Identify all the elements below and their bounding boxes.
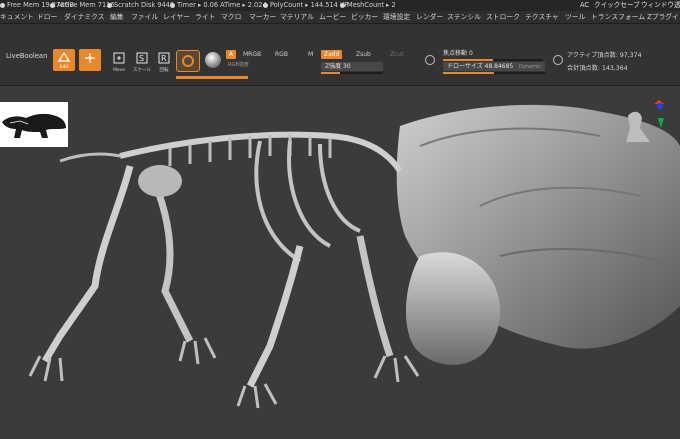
scale-button[interactable]: S スケール: [133, 52, 151, 73]
svg-text:S: S: [139, 54, 144, 63]
status-timer: Timer ▸ 0.06 ATime ▸ 2.024: [170, 0, 267, 11]
active-points-label: アクティブ頂点数:: [567, 52, 618, 59]
mrgb-toggle[interactable]: MRGB: [240, 50, 264, 59]
menu-movie[interactable]: ムービー: [319, 11, 346, 23]
menu-tool[interactable]: ツール: [565, 11, 585, 23]
focal-shift-fill: [443, 59, 493, 61]
material-sphere-icon[interactable]: [205, 52, 221, 68]
draw-button[interactable]: [79, 49, 101, 71]
menu-draw[interactable]: ドロー: [37, 11, 57, 23]
focal-shift-icon[interactable]: [425, 55, 435, 65]
menu-dynamics[interactable]: ダイナミクス: [64, 11, 104, 23]
quicksave-button[interactable]: クイックセーブ: [594, 0, 640, 11]
menu-layer[interactable]: レイヤー: [163, 11, 190, 23]
menu-macro[interactable]: マクロ: [221, 11, 241, 23]
liveboolean-button[interactable]: LiveBoolean: [6, 52, 47, 60]
zadd-toggle[interactable]: Zadd: [321, 50, 343, 59]
z-intensity-slider[interactable]: Z強度 30: [321, 62, 383, 74]
menu-file[interactable]: ファイル: [131, 11, 158, 23]
status-dot-icon: [50, 2, 55, 8]
menu-transform[interactable]: トランスフォーム: [591, 11, 645, 23]
move-button[interactable]: Move: [110, 52, 128, 73]
edit-icon: [57, 51, 71, 62]
mode-a-toggle[interactable]: A: [226, 50, 237, 59]
viewport-canvas[interactable]: [0, 86, 680, 439]
window-transparency-button[interactable]: ウィンドウ透明: [641, 0, 680, 11]
draw-size-label: ドローサイズ: [447, 63, 483, 70]
draw-size-fill: [443, 72, 494, 74]
menu-edit[interactable]: 編集: [110, 11, 124, 23]
zcut-toggle[interactable]: Zcut: [387, 50, 407, 59]
zsub-toggle[interactable]: Zsub: [353, 50, 374, 59]
status-dot-icon: [107, 2, 112, 8]
status-dot-icon: [340, 2, 345, 8]
z-intensity-fill: [321, 72, 340, 74]
status-meshcount: MeshCount ▸ 2: [340, 0, 396, 11]
menu-zplugin[interactable]: Zプラグイン: [647, 11, 680, 23]
menu-texture[interactable]: テクスチャ: [525, 11, 559, 23]
draw-size-value: 48.84685: [484, 63, 514, 70]
scale-icon: S: [136, 52, 148, 64]
total-points-label: 合計頂点数:: [567, 65, 601, 72]
draw-icon: [85, 53, 95, 63]
z-intensity-label: Z強度: [325, 63, 342, 70]
focal-shift-slider[interactable]: 焦点移動 0: [443, 49, 543, 61]
z-intensity-value: 30: [343, 63, 351, 70]
axis-gizmo-icon[interactable]: [652, 100, 670, 130]
rotate-icon: R: [158, 52, 170, 64]
total-points-stat: 合計頂点数: 143,364: [567, 63, 628, 72]
active-points-stat: アクティブ頂点数: 97,374: [567, 50, 642, 59]
menu-preferences[interactable]: 環境設定: [383, 11, 410, 23]
rgb-intensity-label: RGB強度: [228, 62, 249, 68]
sculpt-model-view: [28, 104, 680, 409]
dynamic-toggle[interactable]: Dynamic: [519, 64, 541, 70]
rotate-label: 回転: [159, 68, 169, 73]
menu-stencil[interactable]: ステンシル: [447, 11, 481, 23]
menu-light[interactable]: ライト: [195, 11, 215, 23]
active-points-value: 97,374: [619, 52, 642, 59]
menu-marker[interactable]: マーカー: [249, 11, 276, 23]
svg-text:R: R: [161, 54, 167, 63]
brush-button[interactable]: [176, 50, 200, 72]
move-icon: [113, 52, 125, 64]
status-scratch-disk: Scratch Disk 9446: [107, 0, 174, 11]
edit-button[interactable]: Edit: [53, 49, 75, 71]
menu-bar: キュメント ドロー ダイナミクス 編集 ファイル レイヤー ライト マクロ マー…: [0, 11, 680, 24]
status-polycount: PolyCount ▸ 144.514 KP: [263, 0, 348, 11]
brush-ring-icon: [182, 55, 194, 67]
focal-shift-label: 焦点移動: [443, 50, 468, 57]
active-points-icon: [553, 55, 563, 65]
menu-material[interactable]: マテリアル: [280, 11, 314, 23]
status-bar: Free Mem 19.278GB Active Mem 7116 Scratc…: [0, 0, 680, 11]
rgb-toggle[interactable]: RGB: [272, 50, 291, 59]
status-dot-icon: [0, 2, 5, 8]
active-brush-underline: [176, 76, 248, 79]
m-toggle[interactable]: M: [305, 50, 316, 59]
status-dot-icon: [263, 2, 268, 8]
menu-document[interactable]: キュメント: [0, 11, 34, 23]
status-dot-icon: [170, 2, 175, 8]
status-active-mem: Active Mem 7116: [50, 0, 115, 11]
ac-label[interactable]: AC: [580, 0, 589, 11]
menu-stroke[interactable]: ストローク: [486, 11, 520, 23]
total-points-value: 143,364: [602, 65, 628, 72]
rotate-button[interactable]: R 回転: [155, 52, 173, 73]
menu-render[interactable]: レンダー: [416, 11, 443, 23]
menu-picker[interactable]: ピッカー: [351, 11, 378, 23]
edit-label: Edit: [59, 65, 69, 70]
focal-shift-value: 0: [468, 50, 473, 57]
